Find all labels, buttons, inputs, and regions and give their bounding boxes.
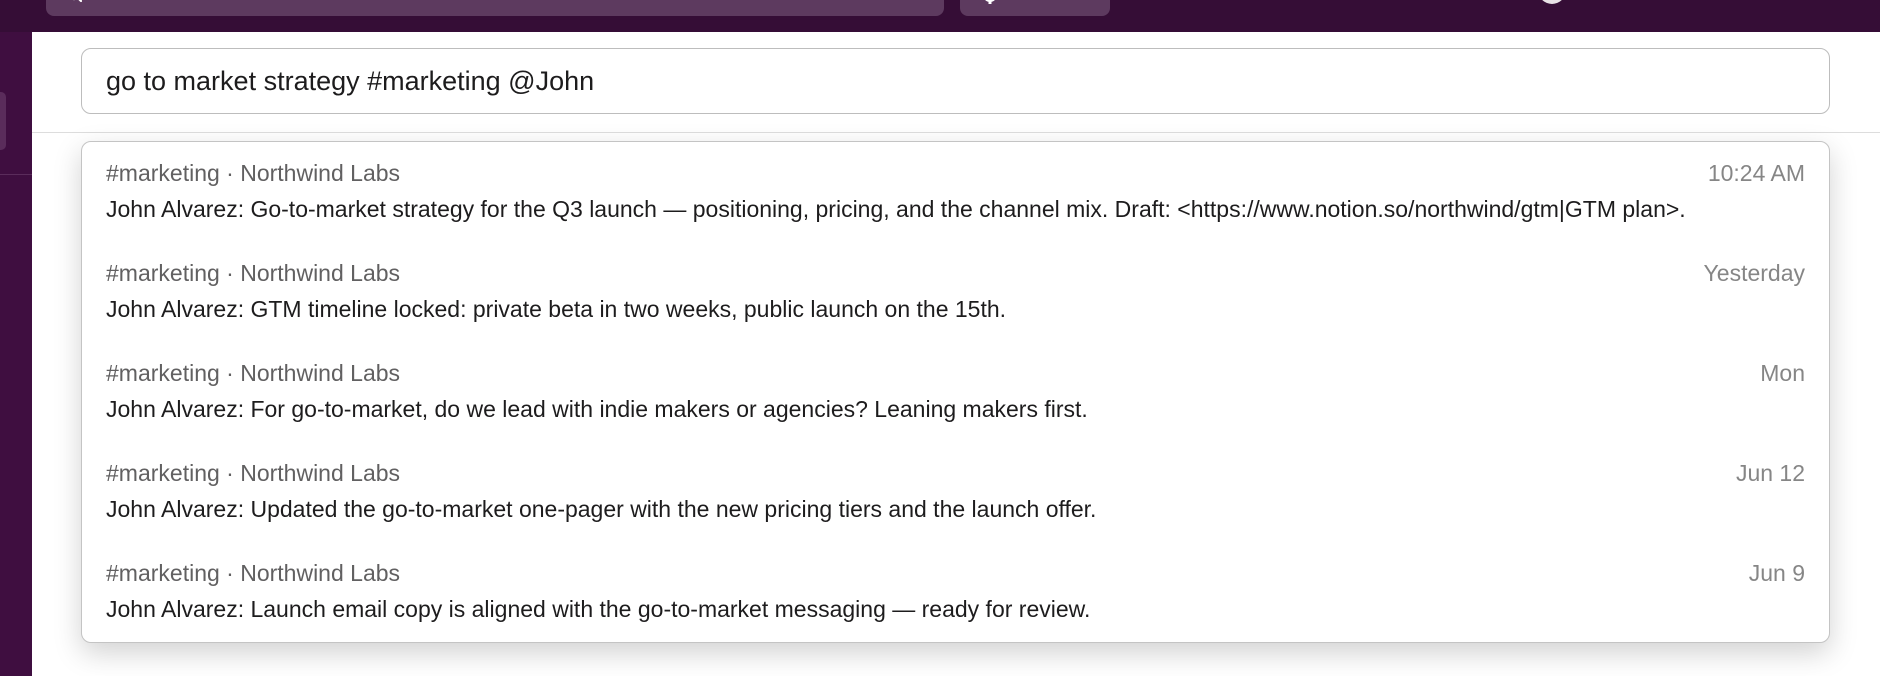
result-timestamp: Yesterday <box>1703 260 1805 286</box>
top-bar <box>0 0 1880 32</box>
result-message-text: John Alvarez: Go-to-market strategy for … <box>106 196 1686 222</box>
sidebar-divider <box>0 174 32 175</box>
help-button[interactable] <box>960 0 1110 16</box>
search-icon <box>68 0 83 6</box>
result-channel-workspace: #marketing · Northwind Labs <box>106 260 401 286</box>
result-channel-workspace: #marketing · Northwind Labs <box>106 160 401 186</box>
result-message-text: John Alvarez: GTM timeline locked: priva… <box>106 296 1007 322</box>
user-avatar[interactable] <box>1536 0 1568 8</box>
search-input[interactable] <box>82 49 1829 113</box>
search-results-dropdown: #marketing · Northwind Labs 10:24 AM Joh… <box>81 141 1830 643</box>
workspace-tab[interactable] <box>0 92 6 150</box>
result-timestamp: Mon <box>1760 360 1805 386</box>
result-timestamp: 10:24 AM <box>1707 160 1805 186</box>
result-message-text: John Alvarez: Launch email copy is align… <box>106 596 1091 622</box>
result-channel-workspace: #marketing · Northwind Labs <box>106 560 401 586</box>
search-result-item[interactable]: #marketing · Northwind Labs 10:24 AM Joh… <box>82 142 1829 238</box>
search-result-item[interactable]: #marketing · Northwind Labs Yesterday Jo… <box>82 242 1829 338</box>
workspace-sidebar <box>0 32 32 676</box>
result-timestamp: Jun 9 <box>1748 560 1805 586</box>
search-result-item[interactable]: #marketing · Northwind Labs Jun 12 John … <box>82 442 1829 538</box>
search-box[interactable] <box>81 48 1830 114</box>
result-message-text: John Alvarez: Updated the go-to-market o… <box>106 496 1097 522</box>
search-result-item[interactable]: #marketing · Northwind Labs Mon John Alv… <box>82 342 1829 438</box>
search-result-item[interactable]: #marketing · Northwind Labs Jun 9 John A… <box>82 542 1829 638</box>
result-channel-workspace: #marketing · Northwind Labs <box>106 460 401 486</box>
workspace-search-bar[interactable] <box>46 0 944 16</box>
result-message-text: John Alvarez: For go-to-market, do we le… <box>106 396 1088 422</box>
help-icon <box>982 0 998 8</box>
result-timestamp: Jun 12 <box>1735 460 1805 486</box>
result-channel-workspace: #marketing · Northwind Labs <box>106 360 401 386</box>
header-divider <box>32 132 1880 133</box>
